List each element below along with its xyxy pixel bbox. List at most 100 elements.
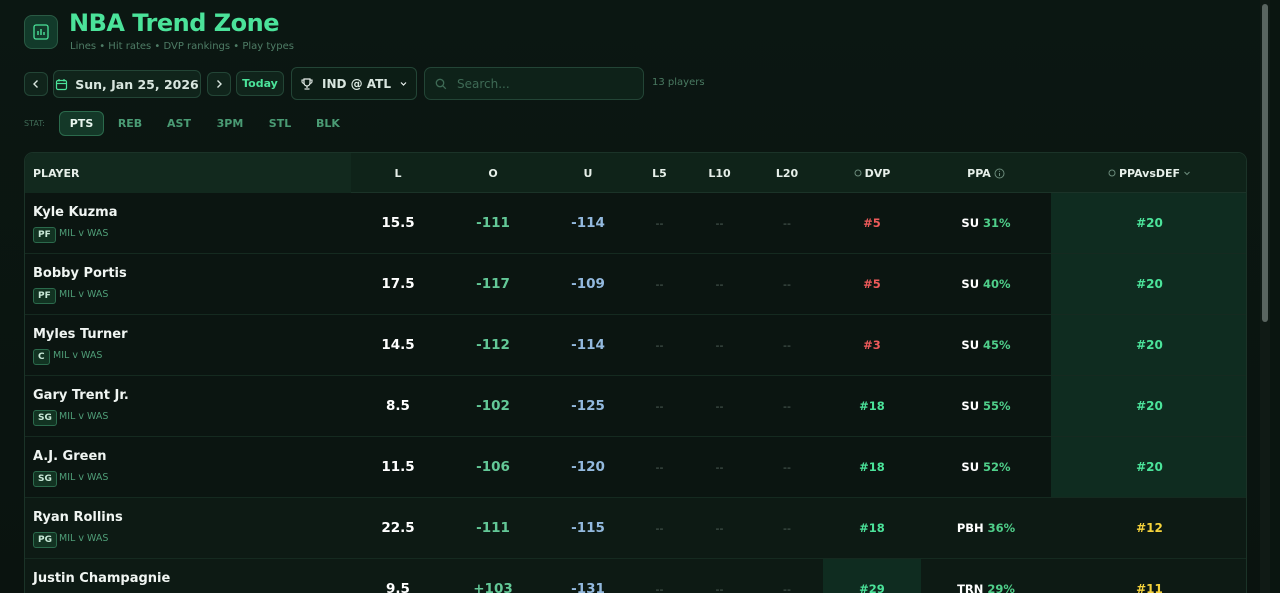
tab-3pm[interactable]: 3PM <box>212 111 248 136</box>
under-odds[interactable]: -114 <box>541 193 635 253</box>
over-odds[interactable]: -102 <box>445 376 541 436</box>
page-scrollbar[interactable] <box>1260 0 1270 593</box>
ppa-pct: 29% <box>987 582 1015 593</box>
tab-reb[interactable]: REB <box>112 111 148 136</box>
line-value: 22.5 <box>381 520 415 536</box>
opponent: v WAS <box>72 350 103 361</box>
tab-blk[interactable]: BLK <box>310 111 346 136</box>
under-odds[interactable]: -114 <box>541 315 635 375</box>
col-l5[interactable]: L5 <box>635 153 684 193</box>
over-odds[interactable]: -106 <box>445 437 541 497</box>
game-select[interactable]: IND @ ATL <box>291 67 417 100</box>
col-l10[interactable]: L10 <box>684 153 755 193</box>
ppa-pct: 45% <box>983 338 1011 352</box>
next-day-button[interactable] <box>207 72 231 96</box>
over-odds[interactable]: +103 <box>445 559 541 593</box>
over-odds[interactable]: -112 <box>445 315 541 375</box>
player-name[interactable]: Bobby Portis <box>33 266 127 281</box>
dvp-rank: #18 <box>859 521 885 535</box>
l5-value: -- <box>655 338 664 352</box>
under-odds[interactable]: -109 <box>541 254 635 314</box>
dvp-rank: #3 <box>863 338 881 352</box>
ppa-pct: 31% <box>983 216 1011 230</box>
position-badge: PF <box>33 227 56 243</box>
table-row[interactable]: Ryan Rollins PG MIL v WAS 22.5 -111 -115 -- -- -… <box>25 498 1246 559</box>
opponent: v WAS <box>78 411 109 422</box>
previous-day-button[interactable] <box>24 72 48 96</box>
over-odds[interactable]: -111 <box>445 498 541 558</box>
player-name[interactable]: A.J. Green <box>33 449 107 464</box>
line-value: 15.5 <box>381 215 415 231</box>
date-label: Sun, Jan 25, 2026 <box>75 76 199 92</box>
position-badge: C <box>33 349 50 365</box>
line-value: 11.5 <box>381 459 415 475</box>
team-abbr: MIL <box>59 228 76 239</box>
chevron-down-icon <box>1184 171 1190 176</box>
ppa-value: SU 45% <box>921 315 1051 375</box>
l10-value: -- <box>715 460 724 474</box>
under-odds[interactable]: -120 <box>541 437 635 497</box>
search-input[interactable] <box>457 76 627 91</box>
table-row[interactable]: A.J. Green SG MIL v WAS 11.5 -106 -120 -- -- -- #… <box>25 437 1246 498</box>
col-ppa[interactable]: PPA <box>921 153 1051 193</box>
team-abbr: MIL <box>53 350 70 361</box>
search-icon <box>435 78 447 89</box>
player-team: MIL v WAS <box>59 289 108 300</box>
table-row[interactable]: Bobby Portis PF MIL v WAS 17.5 -117 -109 -- -- -… <box>25 254 1246 315</box>
info-icon[interactable] <box>994 168 1005 179</box>
col-over[interactable]: O <box>445 153 541 193</box>
player-name[interactable]: Ryan Rollins <box>33 510 123 525</box>
page-title: NBA Trend Zone <box>69 9 280 37</box>
player-name[interactable]: Kyle Kuzma <box>33 205 118 220</box>
opponent: v WAS <box>78 533 109 544</box>
team-abbr: MIL <box>59 472 76 483</box>
player-name[interactable]: Myles Turner <box>33 327 128 342</box>
l20-value: -- <box>783 338 791 352</box>
date-picker-button[interactable]: Sun, Jan 25, 2026 <box>53 70 201 98</box>
props-table: PLAYER L O U L5 L10 L20 DVP PPA PPAvsDEF… <box>24 152 1247 593</box>
col-under[interactable]: U <box>541 153 635 193</box>
ppa-type: SU <box>961 216 980 230</box>
under-odds[interactable]: -131 <box>541 559 635 593</box>
stat-label: STAT: <box>24 119 45 128</box>
col-l20[interactable]: L20 <box>755 153 819 193</box>
col-ppavsdef[interactable]: PPAvsDEF <box>1051 153 1246 193</box>
ppavsdef-rank: #12 <box>1136 521 1163 535</box>
search-box[interactable] <box>424 67 644 100</box>
l5-value: -- <box>655 521 664 535</box>
tab-stl[interactable]: STL <box>262 111 298 136</box>
app-root: NBA Trend Zone Lines • Hit rates • DVP r… <box>0 0 1270 593</box>
l5-value: -- <box>655 277 664 291</box>
dvp-rank: #18 <box>859 460 885 474</box>
today-button[interactable]: Today <box>236 71 284 96</box>
tab-pts[interactable]: PTS <box>59 111 104 136</box>
col-dvp[interactable]: DVP <box>823 153 921 193</box>
col-player[interactable]: PLAYER <box>25 153 351 193</box>
col-ppavsdef-label: PPAvsDEF <box>1118 166 1181 180</box>
table-row[interactable]: Gary Trent Jr. SG MIL v WAS 8.5 -102 -125 -- --… <box>25 376 1246 437</box>
table-row[interactable]: Myles Turner C MIL v WAS 14.5 -112 -114 -- -- --… <box>25 315 1246 376</box>
ppavsdef-rank: #20 <box>1136 460 1163 474</box>
ppavsdef-rank: #11 <box>1136 582 1163 593</box>
under-odds[interactable]: -125 <box>541 376 635 436</box>
player-team: MIL v WAS <box>59 411 108 422</box>
over-odds[interactable]: -117 <box>445 254 541 314</box>
ppa-value: SU 40% <box>921 254 1051 314</box>
scrollbar-thumb[interactable] <box>1262 4 1268 322</box>
position-badge: PF <box>33 288 56 304</box>
tab-ast[interactable]: AST <box>161 111 197 136</box>
col-line[interactable]: L <box>351 153 445 193</box>
player-name[interactable]: Justin Champagnie <box>33 571 170 586</box>
ppa-value: SU 55% <box>921 376 1051 436</box>
table-row[interactable]: Kyle Kuzma PF MIL v WAS 15.5 -111 -114 -- -- -- #… <box>25 193 1246 254</box>
team-abbr: MIL <box>59 533 76 544</box>
player-name[interactable]: Gary Trent Jr. <box>33 388 129 403</box>
line-value: 8.5 <box>386 398 410 414</box>
under-odds[interactable]: -115 <box>541 498 635 558</box>
ppa-pct: 55% <box>983 399 1011 413</box>
over-odds[interactable]: -111 <box>445 193 541 253</box>
l5-value: -- <box>655 582 664 593</box>
l20-value: -- <box>783 277 791 291</box>
table-row[interactable]: Justin Champagnie 9.5 +103 -131 -- -- -- #29 TRN… <box>25 559 1246 593</box>
game-label: IND @ ATL <box>321 76 391 91</box>
